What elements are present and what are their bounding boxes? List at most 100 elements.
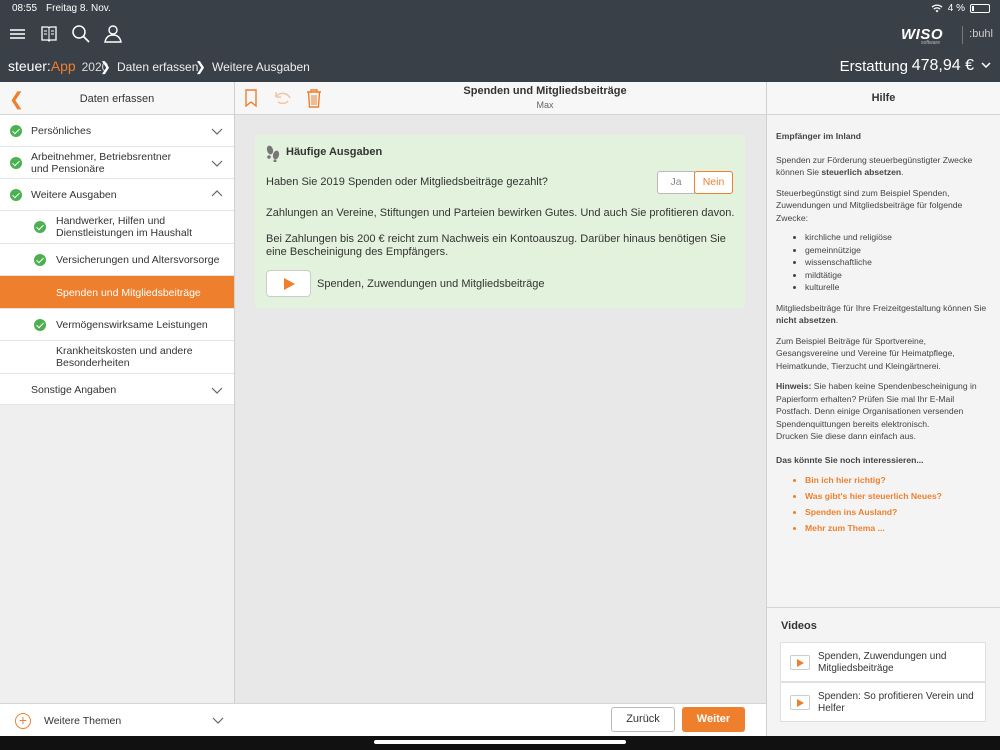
partner-logo: :buhl [969, 28, 993, 40]
home-indicator-bar [0, 736, 1000, 750]
content-area: ❮ Daten erfassen Persönliches Arbeitnehm… [0, 82, 1000, 736]
purpose-list: kirchliche und religiöse gemeinnützige w… [805, 231, 988, 294]
footer-label: Weitere Themen [44, 715, 122, 727]
hint-text: Drucken Sie diese dann einfach aus. [776, 431, 916, 442]
trash-icon[interactable] [306, 89, 322, 108]
help-text: Mitgliedsbeiträge für Ihre Freizeitgesta… [776, 302, 987, 313]
plus-icon: + [15, 713, 31, 729]
check-icon [34, 319, 46, 331]
help-paragraph: Mitgliedsbeiträge für Ihre Freizeitgesta… [776, 302, 988, 327]
video-item[interactable]: Spenden: So profitieren Verein und Helfe… [780, 682, 986, 722]
play-icon [790, 655, 810, 670]
help-emphasis: nicht absetzen [776, 315, 836, 326]
status-bar: 08:55 Freitag 8. Nov. 4 % [0, 0, 1000, 18]
footprints-icon [266, 145, 280, 162]
list-item: wissenschaftliche [805, 256, 988, 269]
check-icon [10, 125, 22, 137]
chevron-right-icon: ❯ [100, 59, 111, 74]
chevron-down-icon [211, 160, 223, 167]
question-card: Häufige Ausgaben Haben Sie 2019 Spenden … [255, 135, 745, 308]
main-panel: Spenden und Mitgliedsbeiträge Max Häufig… [235, 82, 766, 736]
chevron-right-icon: ❯ [195, 59, 206, 74]
chevron-down-icon[interactable] [980, 58, 992, 72]
video-item[interactable]: Spenden, Zuwendungen und Mitgliedsbeiträ… [780, 642, 986, 682]
sidebar-item-versicherungen[interactable]: Versicherungen und Altersvorsorge [0, 244, 234, 276]
sidebar-header: ❮ Daten erfassen [0, 82, 234, 115]
play-icon [284, 278, 295, 290]
sidebar-item-spenden[interactable]: Spenden und Mitgliedsbeiträge [0, 276, 234, 309]
app-title[interactable]: steuer:App 2020 [8, 58, 108, 74]
search-icon[interactable] [71, 24, 91, 44]
help-paragraph: Spenden zur Förderung steuerbegünstigter… [776, 154, 988, 179]
help-paragraph: Steuerbegünstigt sind zum Beispiel Spend… [776, 187, 963, 223]
more-heading: Das könnte Sie noch interessieren... [776, 454, 924, 465]
card-title: Häufige Ausgaben [286, 146, 383, 158]
check-icon [10, 157, 22, 169]
help-link[interactable]: Mehr zum Thema ... [805, 520, 988, 536]
next-button[interactable]: Weiter [682, 707, 745, 732]
chevron-down-icon [212, 717, 224, 724]
help-title: Hilfe [767, 82, 1000, 115]
top-bar: WISO software :buhl [0, 18, 1000, 50]
help-link[interactable]: Was gibt's hier steuerlich Neues? [805, 488, 988, 504]
breadcrumb-daten-erfassen[interactable]: Daten erfassen [117, 60, 198, 74]
help-emphasis: steuerlich absetzen [821, 167, 902, 177]
yes-button[interactable]: Ja [657, 171, 695, 194]
help-heading: Empfänger im Inland [776, 131, 861, 141]
check-icon [10, 189, 22, 201]
undo-icon[interactable] [273, 89, 293, 107]
refund-amount[interactable]: 478,94 € [912, 57, 974, 75]
sidebar-item-label: Arbeitnehmer, Betriebsrentner und Pensio… [31, 151, 172, 175]
play-icon [790, 695, 810, 710]
menu-icon[interactable] [8, 24, 28, 44]
brand-divider [962, 26, 963, 44]
play-video-button[interactable] [266, 270, 311, 297]
help-text: . [835, 315, 839, 326]
wifi-icon [931, 4, 943, 13]
help-link[interactable]: Bin ich hier richtig? [805, 472, 988, 488]
user-icon[interactable] [103, 24, 123, 44]
help-hint: Hinweis: Sie haben keine Spendenbeschein… [776, 380, 988, 443]
main-header: Spenden und Mitgliedsbeiträge Max [235, 82, 766, 115]
chevron-down-icon [211, 128, 223, 135]
app-prefix: steuer: [8, 58, 51, 74]
bookmark-icon[interactable] [244, 89, 258, 107]
sidebar-item-label: Handwerker, Hilfen und Dienstleistungen … [56, 215, 192, 239]
chevron-down-icon [211, 387, 223, 394]
question-text: Haben Sie 2019 Spenden oder Mitgliedsbei… [266, 176, 548, 188]
no-button[interactable]: Nein [694, 171, 733, 194]
sidebar-item-vermoegenswirksame[interactable]: Vermögenswirksame Leistungen [0, 309, 234, 341]
sidebar-item-label: Weitere Ausgaben [31, 189, 117, 201]
sidebar-item-arbeitnehmer[interactable]: Arbeitnehmer, Betriebsrentner und Pensio… [0, 147, 234, 179]
video-label[interactable]: Spenden, Zuwendungen und Mitgliedsbeiträ… [317, 278, 545, 290]
sidebar-footer-weitere-themen[interactable]: + Weitere Themen [0, 703, 235, 736]
home-indicator[interactable] [374, 740, 626, 744]
sidebar-item-label: Spenden und Mitgliedsbeiträge [56, 287, 201, 299]
sidebar-item-label: Persönliches [31, 125, 92, 137]
help-paragraph: Zum Beispiel Beiträge für Sportvereine, … [776, 335, 955, 371]
sidebar-item-weitere-ausgaben[interactable]: Weitere Ausgaben [0, 179, 234, 211]
page-subtitle: Max [536, 100, 554, 110]
help-text: . [901, 167, 904, 177]
info-paragraph: Zahlungen an Vereine, Stiftungen und Par… [266, 207, 735, 219]
back-button[interactable]: Zurück [611, 707, 675, 732]
chevron-up-icon [211, 190, 223, 197]
breadcrumb-bar: steuer:App 2020 ❯ Daten erfassen ❯ Weite… [0, 50, 1000, 82]
sidebar-item-sonstige[interactable]: Sonstige Angaben [0, 374, 234, 405]
sidebar: ❮ Daten erfassen Persönliches Arbeitnehm… [0, 82, 235, 736]
sidebar-item-persoenliches[interactable]: Persönliches [0, 115, 234, 147]
videos-title: Videos [781, 620, 817, 632]
status-date: Freitag 8. Nov. [46, 3, 111, 14]
app-name: App [50, 58, 76, 74]
status-right: 4 % [931, 3, 990, 14]
help-link[interactable]: Spenden ins Ausland? [805, 504, 988, 520]
refund-label[interactable]: Erstattung [840, 58, 908, 75]
breadcrumb-weitere-ausgaben[interactable]: Weitere Ausgaben [212, 60, 310, 74]
sidebar-item-krankheitskosten[interactable]: Krankheitskosten und andere Besonderheit… [0, 341, 234, 374]
battery-percent: 4 % [947, 3, 965, 14]
sidebar-item-handwerker[interactable]: Handwerker, Hilfen und Dienstleistungen … [0, 211, 234, 244]
book-icon[interactable] [39, 24, 59, 44]
hint-label: Hinweis: [776, 381, 812, 392]
status-time: 08:55 [12, 3, 38, 14]
video-title: Spenden, Zuwendungen und Mitgliedsbeiträ… [818, 651, 947, 674]
